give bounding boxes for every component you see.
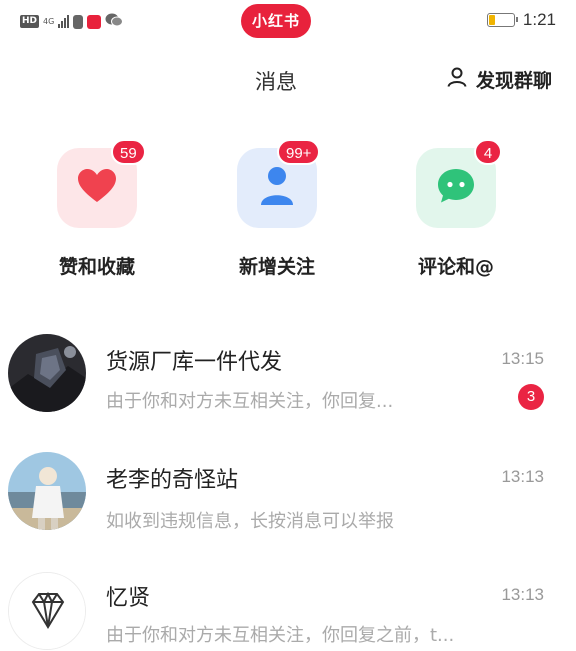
chat-bubble-icon <box>436 167 476 209</box>
category-label: 评论和@ <box>417 256 494 278</box>
message-time: 13:13 <box>501 585 544 604</box>
category-comments-mentions[interactable]: 4 评论和@ <box>376 139 536 279</box>
comments-badge: 4 <box>474 139 502 165</box>
wechat-icon <box>105 12 124 31</box>
xiaohongshu-notification-icon <box>87 14 102 29</box>
message-item[interactable]: 老李的奇怪站 13:13 如收到违规信息，长按消息可以举报 <box>0 450 576 560</box>
status-bar-left: HD 4G <box>20 12 124 31</box>
message-preview: 由于你和对方未互相关注，你回复... <box>106 391 394 412</box>
unread-count-badge: 3 <box>518 384 544 410</box>
likes-badge: 59 <box>111 139 146 165</box>
app-logo: 小红书 <box>241 4 311 38</box>
message-preview: 由于你和对方未互相关注，你回复之前，t... <box>106 625 455 646</box>
battery-level <box>488 15 496 25</box>
message-item[interactable]: 货源厂库一件代发 13:15 由于你和对方未互相关注，你回复... 3 <box>0 330 576 440</box>
category-label: 新增关注 <box>238 256 315 278</box>
discover-group-chat-button[interactable]: 发现群聊 <box>446 66 552 93</box>
person-icon <box>259 165 295 211</box>
person-icon <box>446 66 468 93</box>
category-tile: 59 <box>57 139 146 228</box>
message-sender-name: 忆贤 <box>106 586 151 611</box>
message-time: 13:13 <box>501 467 544 486</box>
category-new-followers[interactable]: 99+ 新增关注 <box>197 139 357 279</box>
signal-icon <box>58 15 70 28</box>
avatar <box>8 572 86 650</box>
discover-group-chat-label: 发现群聊 <box>475 70 552 92</box>
status-bar: HD 4G 小红书 1:21 <box>0 0 576 44</box>
battery-icon <box>486 13 518 27</box>
message-preview: 如收到违规信息，长按消息可以举报 <box>106 511 394 532</box>
followers-badge: 99+ <box>277 139 321 165</box>
status-bar-right: 1:21 <box>486 10 556 30</box>
category-likes-collections[interactable]: 59 赞和收藏 <box>17 139 177 279</box>
message-item[interactable]: 忆贤 13:13 由于你和对方未互相关注，你回复之前，t... <box>0 570 576 651</box>
message-sender-name: 老李的奇怪站 <box>106 468 239 493</box>
hd-indicator: HD <box>20 15 40 28</box>
avatar <box>8 334 86 412</box>
category-tile: 99+ <box>237 139 321 228</box>
message-sender-name: 货源厂库一件代发 <box>106 350 283 375</box>
heart-icon <box>77 168 117 208</box>
message-time: 13:15 <box>501 349 544 368</box>
avatar <box>8 452 86 530</box>
network-type: 4G <box>43 17 55 26</box>
notification-app-icon <box>73 14 84 29</box>
status-time: 1:21 <box>522 10 556 29</box>
category-tile: 4 <box>416 139 502 228</box>
category-label: 赞和收藏 <box>58 256 135 278</box>
